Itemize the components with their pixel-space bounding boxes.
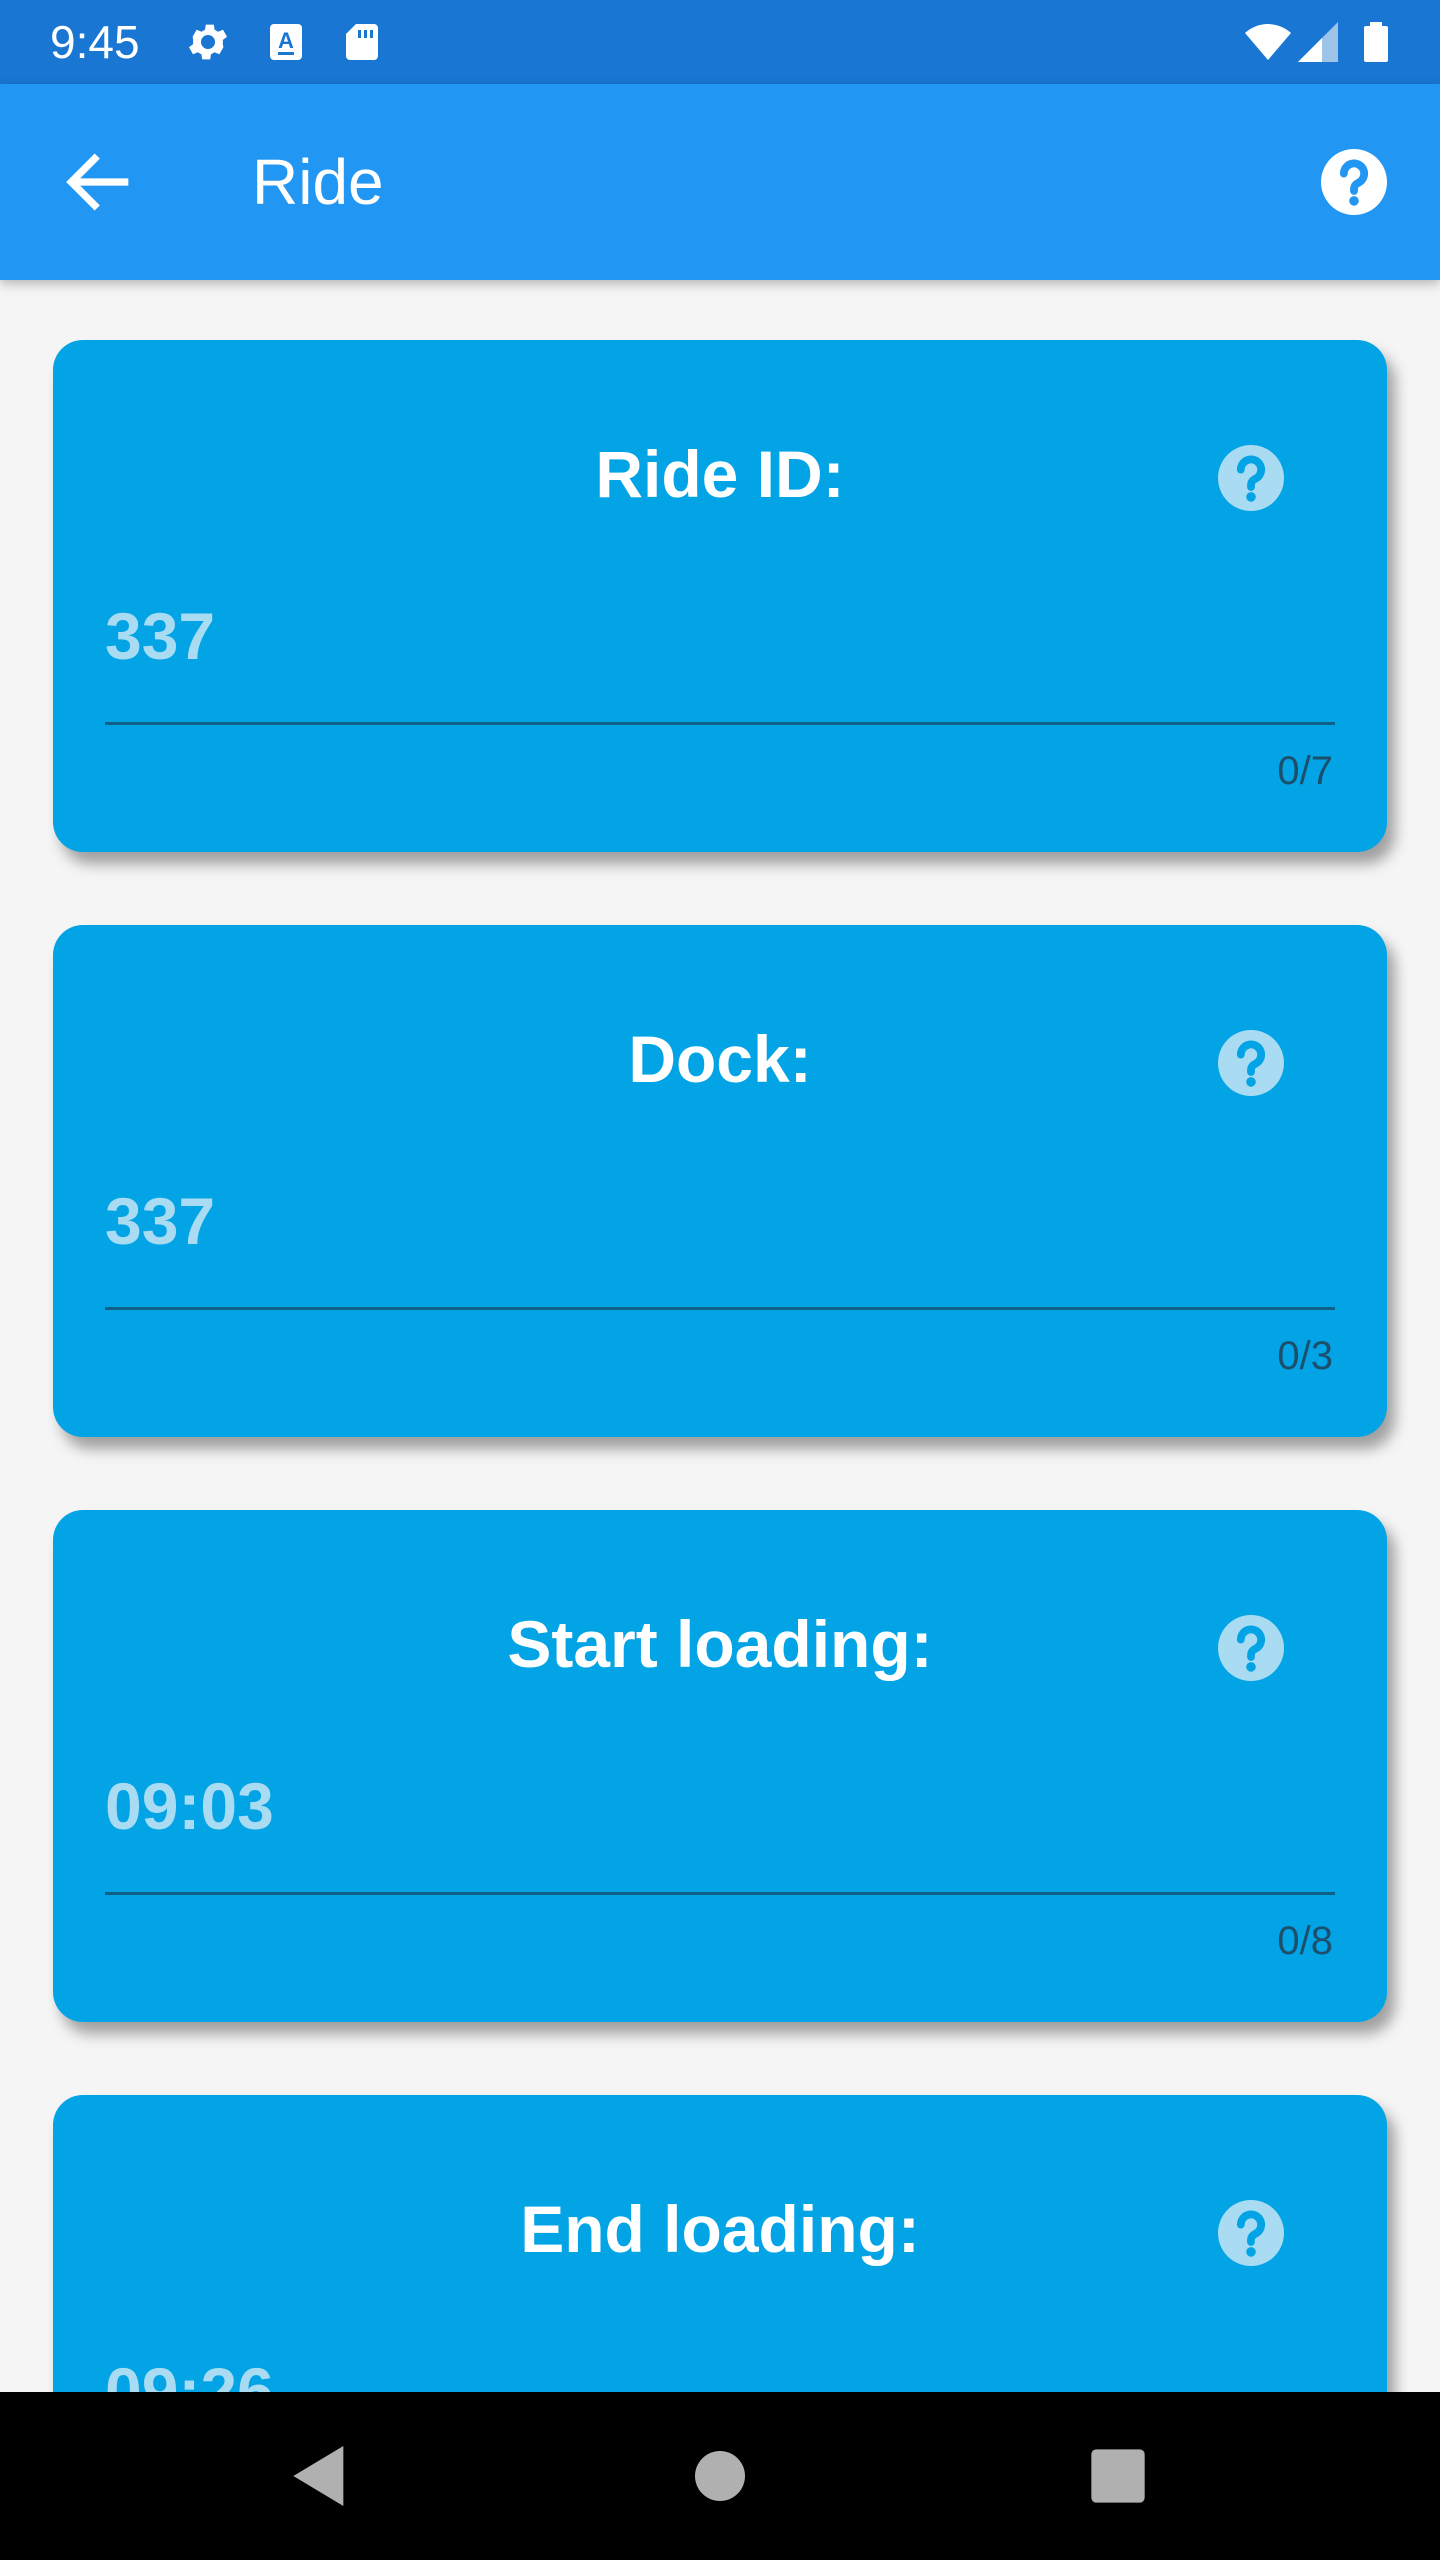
- settings-gear-icon: [184, 18, 232, 66]
- help-circle-icon: [1218, 445, 1284, 511]
- start-loading-help-button[interactable]: [1215, 1612, 1287, 1684]
- help-circle-icon: [1321, 149, 1387, 215]
- input-underline: [105, 722, 1335, 725]
- card-title: Dock:: [628, 1022, 812, 1096]
- dock-help-button[interactable]: [1215, 1027, 1287, 1099]
- help-circle-icon: [1218, 1030, 1284, 1096]
- start-loading-input[interactable]: [105, 1766, 1335, 1846]
- help-circle-icon: [1218, 2200, 1284, 2266]
- ride-id-help-button[interactable]: [1215, 442, 1287, 514]
- ride-id-card: Ride ID: 0/7: [53, 340, 1387, 852]
- card-title: Ride ID:: [595, 437, 845, 511]
- status-time: 9:45: [50, 16, 140, 68]
- battery-icon: [1352, 18, 1400, 66]
- card-title: Start loading:: [507, 1607, 933, 1681]
- back-button[interactable]: [58, 142, 138, 222]
- nav-back-button[interactable]: [280, 2436, 360, 2516]
- dock-card: Dock: 0/3: [53, 925, 1387, 1437]
- back-triangle-icon: [293, 2446, 344, 2506]
- status-bar: 9:45 A: [0, 0, 1440, 84]
- wifi-icon: [1244, 18, 1292, 66]
- help-circle-icon: [1218, 1615, 1284, 1681]
- form-content: Ride ID: 0/7 Dock: 0/3 Start loading:: [0, 280, 1440, 2392]
- end-loading-help-button[interactable]: [1215, 2197, 1287, 2269]
- character-counter: 0/8: [1277, 1919, 1333, 1963]
- app-bar: Ride: [0, 84, 1440, 280]
- dock-input[interactable]: [105, 1181, 1335, 1261]
- start-loading-card: Start loading: 0/8: [53, 1510, 1387, 2022]
- help-button[interactable]: [1318, 146, 1390, 218]
- nav-recents-button[interactable]: [1078, 2436, 1158, 2516]
- a-keyboard-icon: A: [262, 18, 310, 66]
- end-loading-card: End loading:: [53, 2095, 1387, 2392]
- system-navigation-bar: [0, 2392, 1440, 2560]
- character-counter: 0/3: [1277, 1334, 1333, 1378]
- character-counter: 0/7: [1277, 749, 1333, 793]
- sd-card-icon: [338, 18, 386, 66]
- input-underline: [105, 1307, 1335, 1310]
- arrow-back-icon: [66, 153, 129, 211]
- home-circle-icon: [695, 2451, 745, 2501]
- page-title: Ride: [252, 146, 384, 218]
- end-loading-input[interactable]: [105, 2351, 1335, 2392]
- signal-icon: [1294, 18, 1342, 66]
- card-title: End loading:: [520, 2192, 920, 2266]
- input-underline: [105, 1892, 1335, 1895]
- nav-home-button[interactable]: [680, 2436, 760, 2516]
- ride-id-input[interactable]: [105, 596, 1335, 676]
- svg-text:A: A: [278, 28, 294, 53]
- recents-square-icon: [1091, 2449, 1145, 2503]
